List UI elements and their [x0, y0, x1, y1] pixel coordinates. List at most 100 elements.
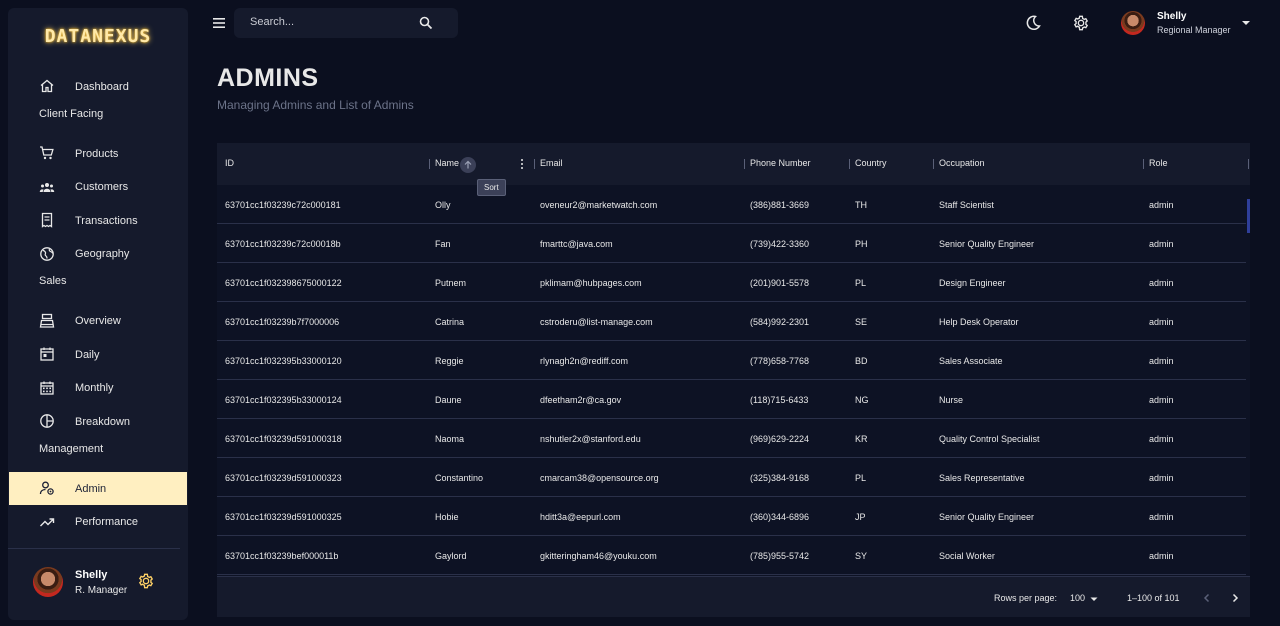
sort-button[interactable] [460, 157, 476, 173]
search-bar [234, 8, 458, 38]
table-cell: (360)344-6896 [750, 512, 810, 522]
gear-icon[interactable] [138, 573, 154, 589]
table-row[interactable]: 63701cc1f032395b33000124 Daune dfeetham2r@… [217, 380, 1246, 419]
sidebar-item-transactions[interactable]: Transactions [9, 204, 187, 237]
table-cell: cmarcam38@opensource.org [540, 473, 659, 483]
table-cell: admin [1149, 356, 1174, 366]
table-row[interactable]: 63701cc1f032398675000122 Putnem pklimam@hu… [217, 263, 1246, 302]
caret-down-icon[interactable] [1089, 594, 1099, 604]
table-row[interactable]: 63701cc1f03239c72c000181 Olly oveneur2@mar… [217, 185, 1246, 224]
column-separator[interactable] [849, 159, 850, 169]
sidebar-item-performance[interactable]: Performance [9, 506, 187, 539]
dark-mode-icon[interactable] [1025, 15, 1041, 31]
table-cell: Catrina [435, 317, 465, 327]
sidebar-item-label: Monthly [75, 382, 114, 394]
table-cell: 63701cc1f032395b33000124 [225, 395, 342, 405]
table-cell: 63701cc1f03239d591000323 [225, 473, 342, 483]
table-cell: Staff Scientist [939, 200, 994, 210]
table-cell: Help Desk Operator [939, 317, 1019, 327]
table-cell: Fan [435, 239, 451, 249]
table-cell: SE [855, 317, 868, 327]
sidebar-item-admin[interactable]: Admin [9, 472, 187, 505]
table-cell: Senior Quality Engineer [939, 512, 1035, 522]
column-header-email[interactable]: Email [540, 158, 563, 168]
calendar-today-icon [40, 347, 54, 361]
globe-icon [40, 246, 54, 261]
table-cell: 63701cc1f032398675000122 [225, 278, 342, 288]
table-cell: admin [1149, 200, 1174, 210]
table-row[interactable]: 63701cc1f03239b7f7000006 Catrina cstroderu… [217, 302, 1246, 341]
table-row[interactable]: 63701cc1f03239d591000325 Hobie hditt3a@eep… [217, 497, 1246, 536]
pie-chart-icon [40, 414, 54, 428]
column-menu-icon[interactable] [519, 158, 525, 170]
sidebar-item-breakdown[interactable]: Breakdown [9, 405, 187, 438]
vertical-scrollbar[interactable] [1247, 199, 1250, 233]
chevron-right-icon[interactable] [1229, 592, 1241, 604]
sidebar-item-monthly[interactable]: Monthly [9, 372, 187, 405]
table-row[interactable]: 63701cc1f032395b33000120 Reggie rlynagh2n@… [217, 341, 1246, 380]
sort-tooltip: Sort [477, 179, 506, 196]
column-separator[interactable] [429, 159, 430, 169]
table-row[interactable]: 63701cc1f03239d591000318 Naoma nshutler2x@… [217, 419, 1246, 458]
column-header-role[interactable]: Role [1149, 158, 1168, 168]
sidebar-item-daily[interactable]: Daily [9, 338, 187, 371]
search-input[interactable] [250, 16, 410, 28]
brand-logo: DATANEXUS [44, 26, 152, 47]
rows-per-page-select[interactable]: 100 [1070, 593, 1085, 603]
user-name[interactable]: Shelly [1157, 11, 1186, 22]
arrow-up-icon [464, 160, 472, 169]
table-cell: 63701cc1f03239bef000011b [225, 551, 339, 561]
sidebar-item-label: Performance [75, 516, 138, 528]
table-cell: (739)422-3360 [750, 239, 810, 249]
sidebar-item-label: Geography [75, 248, 130, 260]
table-cell: Nurse [939, 395, 964, 405]
table-row[interactable]: 63701cc1f03239c72c00018b Fan fmarttc@java.… [217, 224, 1246, 263]
sidebar-item-geography[interactable]: Geography [9, 238, 187, 271]
table-cell: Gaylord [435, 551, 467, 561]
table-cell: fmarttc@java.com [540, 239, 613, 249]
column-separator[interactable] [1248, 159, 1249, 169]
table-header: ID Name Email Phone Number Country Occupation… [217, 143, 1250, 185]
caret-down-icon[interactable] [1240, 17, 1252, 29]
column-separator[interactable] [933, 159, 934, 169]
table-cell: PL [855, 278, 867, 288]
settings-icon[interactable] [1073, 15, 1089, 31]
user-avatar[interactable] [1121, 11, 1145, 35]
table-cell: admin [1149, 395, 1174, 405]
column-header-name[interactable]: Name [435, 158, 459, 168]
page-title: ADMINS [217, 64, 319, 92]
table-row[interactable]: 63701cc1f03239d591000323 Constantino cmarc… [217, 458, 1246, 497]
table-cell: (325)384-9168 [750, 473, 810, 483]
column-separator[interactable] [744, 159, 745, 169]
home-icon [40, 79, 54, 93]
column-header-country[interactable]: Country [855, 158, 887, 168]
table-cell: (386)881-3669 [750, 200, 810, 210]
chevron-left-icon[interactable] [1201, 592, 1213, 604]
sidebar-item-products[interactable]: Products [9, 137, 187, 170]
search-icon[interactable] [419, 16, 433, 30]
sidebar-item-dashboard[interactable]: Dashboard [9, 70, 187, 103]
table-cell: Social Worker [939, 551, 995, 561]
table-row[interactable]: 63701cc1f03239bef000011b Gaylord gkitterin… [217, 536, 1246, 575]
table-cell: (969)629-2224 [750, 434, 810, 444]
table-cell: cstroderu@list-manage.com [540, 317, 653, 327]
user-occupation[interactable]: Regional Manager [1157, 25, 1231, 35]
menu-icon[interactable] [212, 16, 226, 30]
column-separator[interactable] [1143, 159, 1144, 169]
column-header-id[interactable]: ID [225, 158, 234, 168]
column-separator[interactable] [534, 159, 535, 169]
sidebar-item-label: Transactions [75, 214, 138, 227]
sidebar-item-label: Daily [75, 348, 100, 361]
column-header-occupation[interactable]: Occupation [939, 158, 985, 168]
table-cell: Hobie [435, 512, 459, 522]
table-cell: (778)658-7768 [750, 356, 810, 366]
table-cell: 63701cc1f03239b7f7000006 [225, 317, 340, 327]
column-header-phone-number[interactable]: Phone Number [750, 158, 811, 168]
sidebar-item-overview[interactable]: Overview [9, 305, 187, 338]
table-cell: JP [855, 512, 866, 522]
table-cell: oveneur2@marketwatch.com [540, 200, 658, 210]
rows-per-page-label: Rows per page: [994, 593, 1058, 603]
sidebar-item-customers[interactable]: Customers [9, 171, 187, 204]
table-cell: TH [855, 200, 867, 210]
table-cell: Olly [435, 200, 451, 210]
